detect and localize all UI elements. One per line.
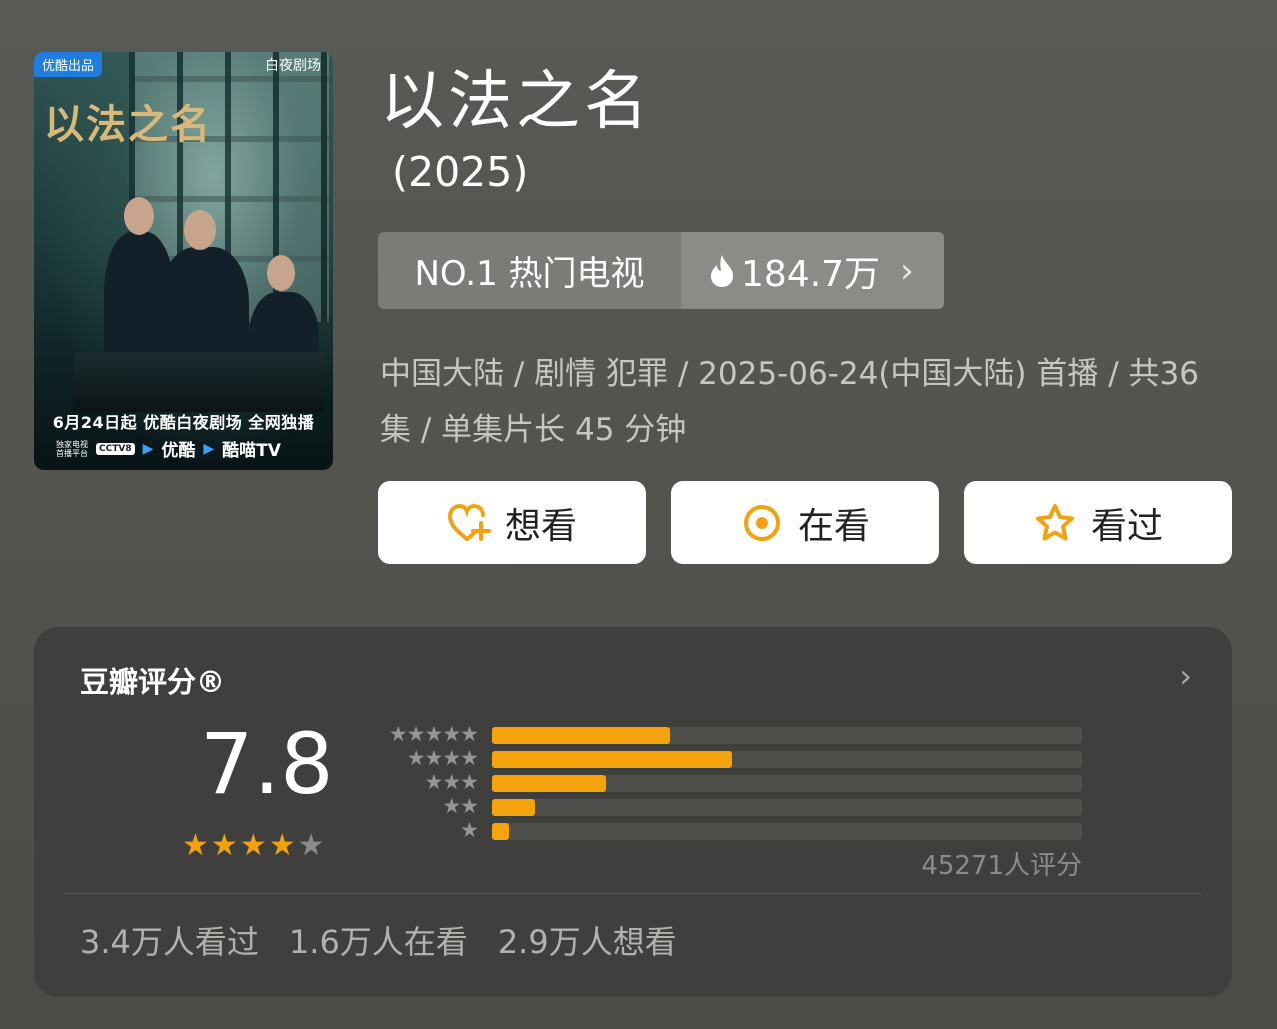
dist-bar-track — [492, 799, 1082, 816]
stat-watching[interactable]: 1.6万人在看 — [289, 917, 468, 963]
heart-plus-icon — [447, 501, 491, 545]
rating-stars: ★★★★★ — [182, 828, 327, 863]
poster-head-3 — [267, 255, 295, 291]
dist-bar-5 — [492, 727, 671, 744]
dist-bar-track — [492, 775, 1082, 792]
kumiao-icon: ▶ — [203, 440, 215, 457]
stat-watched[interactable]: 3.4万人看过 — [80, 917, 259, 963]
watch-stats: 3.4万人看过 1.6万人在看 2.9万人想看 — [80, 917, 677, 963]
chevron-right-icon[interactable]: › — [1179, 657, 1192, 695]
poster-platform-youku: 优酷 — [161, 441, 196, 461]
poster-badge: 优酷出品 — [34, 52, 103, 77]
star-outline-icon — [1033, 501, 1077, 545]
dist-stars-2: ★★ — [442, 794, 479, 818]
poster-desk — [74, 352, 324, 412]
poster-head-1 — [124, 197, 154, 235]
poster-platforms: 独家电视 首播平台 CCTV8 ▶ 优酷 ▶ 酷喵TV — [56, 436, 281, 462]
poster-head-2 — [184, 210, 216, 250]
dist-stars-3: ★★★ — [424, 770, 479, 794]
rank-label: NO.1 热门电视 — [414, 254, 645, 294]
dist-bar-4 — [492, 751, 733, 768]
star-filled-icon: ★ — [210, 828, 240, 863]
dist-bar-3 — [492, 775, 606, 792]
page-title: 以法之名 — [380, 65, 652, 139]
rating-label: 豆瓣评分® — [80, 665, 226, 699]
dist-bar-track — [492, 727, 1082, 744]
dist-bar-track — [492, 751, 1082, 768]
star-filled-icon: ★ — [239, 828, 269, 863]
youku-icon: ▶ — [142, 440, 154, 457]
dist-stars-4: ★★★★ — [406, 746, 479, 770]
star-filled-icon: ★ — [268, 828, 298, 863]
dist-bar-2 — [492, 799, 536, 816]
poster-platform-kumiao: 酷喵TV — [222, 441, 281, 461]
rating-count: 45271人评分 — [921, 851, 1082, 881]
poster-title: 以法之名 — [44, 101, 212, 148]
target-icon — [740, 501, 784, 545]
dist-stars-1: ★ — [460, 818, 479, 842]
rating-score: 7.8 — [200, 715, 334, 813]
rating-card[interactable]: 豆瓣评分® › 7.8 ★★★★★ ★★★★★ ★★★★ ★★★ ★★ ★ 45… — [34, 627, 1232, 997]
release-year: (2025) — [392, 148, 529, 196]
poster-platform-note: 独家电视 首播平台 — [56, 439, 88, 458]
heat-value: 184.7万 — [741, 253, 881, 295]
poster-release: 6月24日起 优酷白夜剧场 全网独播 — [52, 413, 315, 432]
dist-stars-5: ★★★★★ — [388, 722, 479, 746]
watched-label: 看过 — [1090, 505, 1163, 547]
watching-button[interactable]: 在看 — [671, 481, 939, 564]
star-empty-icon: ★ — [297, 828, 327, 863]
rank-badge[interactable]: NO.1 热门电视 184.7万 › — [378, 232, 944, 309]
dist-bar-1 — [492, 823, 510, 840]
watching-label: 在看 — [797, 505, 870, 547]
poster-image[interactable]: 优酷出品 白夜剧场 以法之名 6月24日起 优酷白夜剧场 全网独播 独家电视 首播… — [34, 52, 333, 470]
poster-brand: 白夜剧场 — [265, 58, 321, 74]
heat-value-box[interactable]: 184.7万 › — [681, 232, 944, 309]
want-to-watch-label: 想看 — [504, 505, 577, 547]
chevron-right-icon: › — [900, 250, 914, 291]
cctv8-logo: CCTV8 — [96, 442, 135, 455]
watched-button[interactable]: 看过 — [964, 481, 1232, 564]
want-to-watch-button[interactable]: 想看 — [378, 481, 646, 564]
dist-bar-track — [492, 823, 1082, 840]
star-filled-icon: ★ — [182, 828, 211, 863]
show-meta-info[interactable]: 中国大陆 / 剧情 犯罪 / 2025-06-24(中国大陆) 首播 / 共36… — [380, 346, 1220, 458]
divider — [64, 893, 1202, 894]
flame-icon — [709, 254, 735, 288]
stat-want[interactable]: 2.9万人想看 — [498, 917, 677, 963]
